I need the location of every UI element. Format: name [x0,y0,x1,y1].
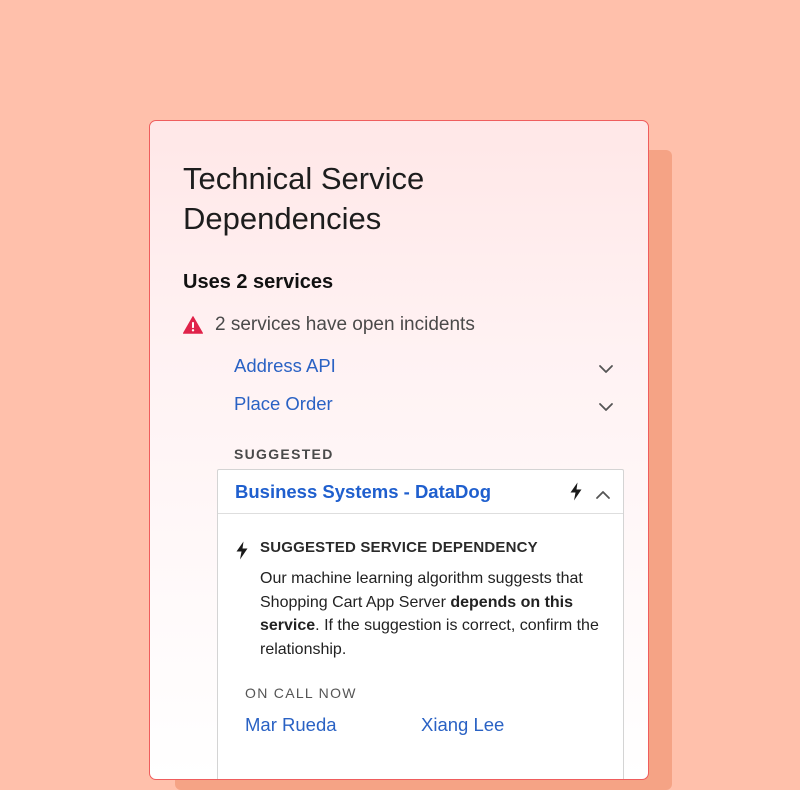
on-call-label: ON CALL NOW [245,685,357,701]
suggested-header-icons [569,482,613,501]
open-incidents-row: 2 services have open incidents [183,314,475,336]
dependencies-card: Technical Service Dependencies Uses 2 se… [149,120,649,780]
service-row-address-api[interactable]: Address API [234,353,616,379]
chevron-up-icon[interactable] [595,487,611,499]
service-link-address-api[interactable]: Address API [234,355,336,377]
suggested-section-label: SUGGESTED [234,446,334,462]
open-incidents-text: 2 services have open incidents [215,314,475,335]
service-row-place-order[interactable]: Place Order [234,391,616,417]
uses-services-heading: Uses 2 services [183,271,334,293]
on-call-person-link[interactable]: Xiang Lee [421,714,504,736]
lightning-bolt-icon [235,541,249,560]
chevron-down-icon[interactable] [598,399,614,411]
service-link-place-order[interactable]: Place Order [234,393,333,415]
on-call-person-link[interactable]: Mar Rueda [245,714,337,736]
lightning-bolt-icon [569,482,583,501]
suggestion-body: Our machine learning algorithm suggests … [260,567,605,661]
suggestion-title: SUGGESTED SERVICE DEPENDENCY [260,539,538,556]
suggested-service-name[interactable]: Business Systems - DataDog [235,481,491,503]
suggested-service-header[interactable]: Business Systems - DataDog [218,470,623,514]
warning-icon [183,316,203,334]
card-title: Technical Service Dependencies [183,161,425,236]
chevron-down-icon[interactable] [598,361,614,373]
suggested-service-panel: Business Systems - DataDog SUGGESTED SER… [217,469,624,779]
